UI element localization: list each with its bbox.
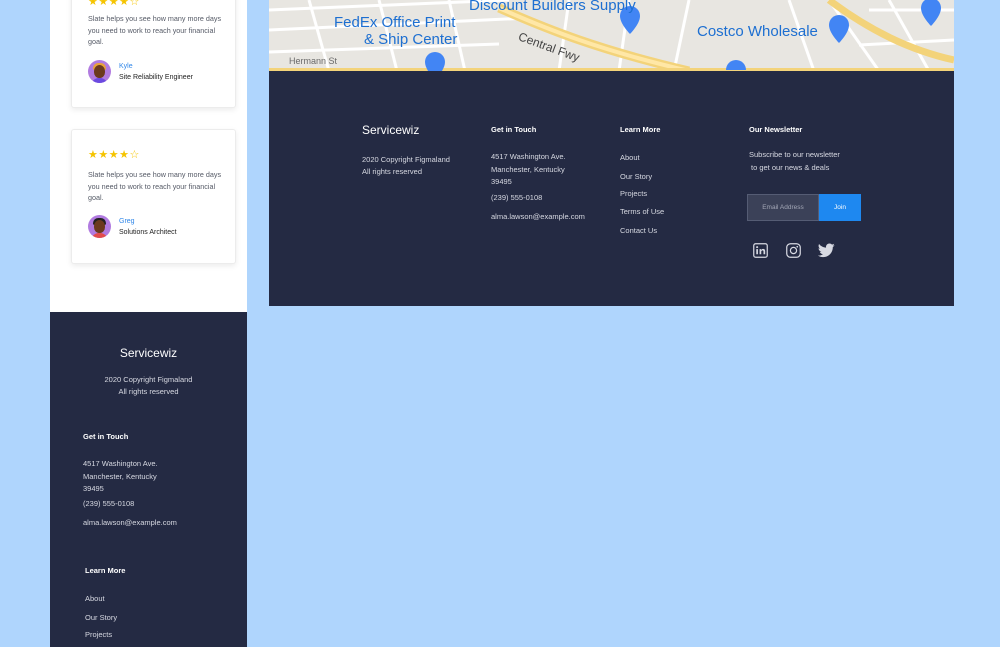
learn-more-heading: Learn More [620,125,661,134]
address-line: 4517 Washington Ave. [491,152,566,161]
author-role: Solutions Architect [119,228,177,236]
author-name: Kyle [119,62,133,70]
author-name: Greg [119,217,135,225]
footer-link-about[interactable]: About [85,594,105,603]
footer-copyright: 2020 Copyright Figmaland All rights rese… [362,154,450,178]
footer-link-our-story[interactable]: Our Story [85,613,117,622]
email-field[interactable] [747,194,819,221]
social-links [752,242,835,259]
contact-email[interactable]: alma.lawson@example.com [491,211,585,224]
map-street-label: Hermann St [289,56,338,66]
map-place-label: Costco Wholesale [697,23,818,40]
star-rating: ★★★★☆ [88,148,140,161]
star-rating: ★★★★☆ [88,0,140,8]
contact-heading: Get in Touch [491,125,537,134]
newsletter-description: Subscribe to our newsletter to get our n… [749,149,840,174]
footer-link-contact[interactable]: Contact Us [620,226,657,235]
map-embed[interactable]: FedEx Office Print & Ship Center Discoun… [269,0,954,71]
newsletter-heading: Our Newsletter [749,125,803,134]
address-line: Manchester, Kentucky [83,471,157,481]
desktop-footer: Servicewiz 2020 Copyright Figmaland All … [269,71,954,306]
twitter-icon[interactable] [818,242,835,259]
testimonial-card: ★★★★☆ Slate helps you see how many more … [71,129,236,264]
footer-link-about[interactable]: About [620,153,640,162]
contact-address: 4517 Washington Ave. Manchester, Kentuck… [491,151,566,189]
footer-link-projects[interactable]: Projects [85,630,112,639]
map-place-label: & Ship Center [364,31,458,48]
author-role: Site Reliability Engineer [119,73,193,81]
map-place-label: FedEx Office Print [334,14,456,31]
copyright-line: 2020 Copyright Figmaland [362,155,450,164]
address-line: Manchester, Kentucky [491,164,565,174]
copyright-line: All rights reserved [118,387,179,396]
footer-link-projects[interactable]: Projects [620,189,647,198]
footer-link-terms[interactable]: Terms of Use [620,207,664,216]
address-line: 4517 Washington Ave. [83,459,158,468]
footer-link-our-story[interactable]: Our Story [620,172,652,181]
avatar [88,60,111,83]
contact-heading: Get in Touch [83,432,129,441]
newsletter-line: to get our news & deals [751,162,830,172]
testimonial-card: ★★★★☆ Slate helps you see how many more … [71,0,236,108]
address-line: 39495 [83,484,104,493]
footer-brand: Servicewiz [362,123,420,137]
contact-phone[interactable]: (239) 555-0108 [491,192,542,205]
testimonial-text: Slate helps you see how many more days y… [88,170,222,202]
contact-email[interactable]: alma.lawson@example.com [83,517,177,530]
copyright-line: 2020 Copyright Figmaland [104,375,193,384]
linkedin-icon[interactable] [752,242,769,259]
join-button[interactable]: Join [819,194,861,221]
testimonial-author: Greg Solutions Architect [88,215,177,238]
avatar [88,215,111,238]
mobile-footer: Servicewiz 2020 Copyright Figmaland All … [50,312,247,647]
newsletter-line: Subscribe to our newsletter [749,150,840,159]
testimonial-text: Slate helps you see how many more days y… [88,14,222,46]
testimonial-author: Kyle Site Reliability Engineer [88,60,193,83]
address-line: 39495 [491,177,512,186]
mobile-preview: ★★★★☆ Slate helps you see how many more … [50,0,247,647]
contact-phone[interactable]: (239) 555-0108 [83,498,134,511]
learn-more-heading: Learn More [85,566,126,575]
copyright-line: All rights reserved [362,167,423,176]
map-place-label: Discount Builders Supply [469,0,636,14]
newsletter-form: Join [747,194,861,221]
footer-brand: Servicewiz [119,346,178,360]
instagram-icon[interactable] [785,242,802,259]
contact-address: 4517 Washington Ave. Manchester, Kentuck… [83,458,158,496]
footer-copyright: 2020 Copyright Figmaland All rights rese… [50,374,247,398]
